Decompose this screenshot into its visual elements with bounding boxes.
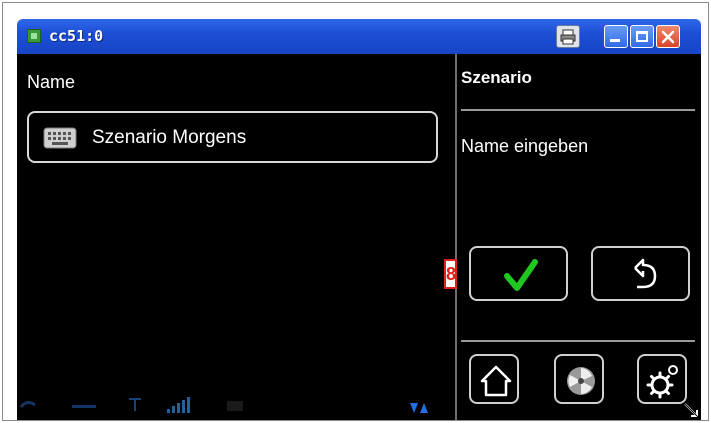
settings-button[interactable] bbox=[637, 354, 687, 404]
network-activity-icon bbox=[410, 403, 428, 413]
antenna-icon bbox=[129, 398, 141, 411]
status-icon-left bbox=[19, 400, 36, 408]
left-pane: Name Szenario Morgens bbox=[17, 54, 455, 420]
name-label: Name bbox=[27, 72, 76, 92]
keyboard-icon bbox=[43, 127, 77, 149]
back-arrow-icon bbox=[634, 258, 657, 289]
name-input-value: Szenario Morgens bbox=[92, 127, 247, 148]
step-badge: 8 bbox=[444, 259, 457, 289]
resize-cursor-icon bbox=[684, 403, 698, 417]
close-button[interactable] bbox=[656, 25, 680, 48]
signal-strength-icon bbox=[167, 397, 190, 413]
close-icon bbox=[661, 30, 675, 44]
title-bar[interactable]: cc51:0 bbox=[17, 19, 701, 54]
separator-bottom bbox=[461, 340, 695, 342]
status-icon-faint bbox=[227, 401, 243, 411]
separator-top bbox=[461, 109, 695, 111]
device-screen: Name Szenario Morgens Szenario Name eing… bbox=[17, 54, 701, 420]
confirm-button[interactable] bbox=[469, 246, 568, 301]
window-title: cc51:0 bbox=[49, 27, 104, 45]
home-icon bbox=[480, 365, 512, 397]
right-pane: Szenario Name eingeben bbox=[457, 54, 701, 420]
printer-icon bbox=[560, 29, 576, 45]
app-icon bbox=[27, 29, 41, 43]
panel-title: Szenario bbox=[461, 68, 532, 87]
panel-subtitle: Name eingeben bbox=[461, 136, 589, 156]
gear-icon bbox=[646, 365, 678, 399]
minimize-button[interactable] bbox=[604, 25, 628, 48]
checkmark-icon bbox=[504, 259, 538, 291]
fan-icon bbox=[567, 367, 595, 395]
status-bar bbox=[19, 397, 428, 413]
home-button[interactable] bbox=[469, 354, 519, 404]
name-input[interactable]: Szenario Morgens bbox=[27, 111, 438, 163]
app-window: cc51:0 Name Szenario Morgens Szenario Na… bbox=[2, 2, 709, 421]
print-button[interactable] bbox=[556, 25, 580, 48]
maximize-button[interactable] bbox=[630, 25, 654, 48]
back-button[interactable] bbox=[591, 246, 690, 301]
status-icon-bars bbox=[72, 405, 96, 408]
fan-button[interactable] bbox=[554, 354, 604, 404]
